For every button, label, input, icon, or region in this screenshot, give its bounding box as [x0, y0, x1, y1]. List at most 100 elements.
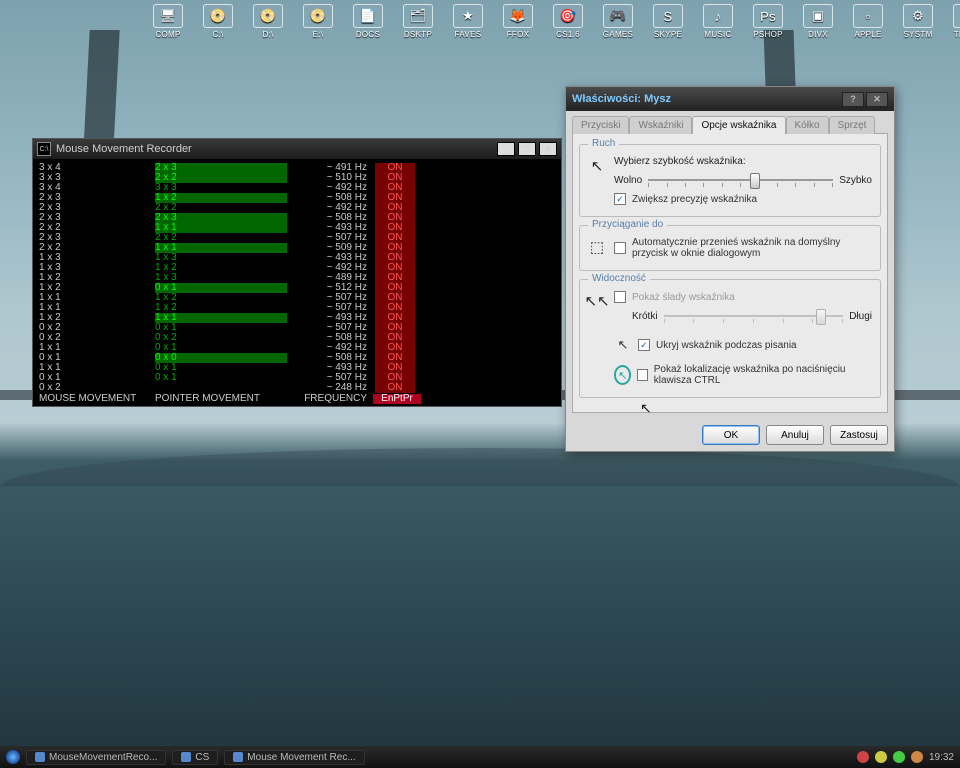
dialog-title: Właściwości: Mysz — [572, 93, 671, 105]
desktop-icon[interactable]: ▣ DIVX — [800, 4, 836, 39]
cursor-speed-icon: ↖ — [586, 155, 608, 177]
hide-typing-checkbox[interactable]: ↖ ✓Ukryj wskaźnik podczas pisania — [614, 336, 872, 354]
slow-label: Wolno — [614, 175, 642, 186]
desktop-glyph-icon: 📀 — [253, 4, 283, 28]
desktop-icon-label: CS1.6 — [550, 30, 586, 39]
desktop-icon[interactable]: SSKYPE — [650, 4, 686, 39]
desktop-glyph-icon: 🎮 — [603, 4, 633, 28]
desktop-glyph-icon: ▫ — [853, 4, 883, 28]
mouse-properties-dialog: Właściwości: Mysz ? ✕ PrzyciskiWskaźniki… — [565, 86, 895, 452]
desktop-icon-label: DSKTP — [400, 30, 436, 39]
cancel-button[interactable]: Anuluj — [766, 425, 824, 445]
desktop-icon[interactable]: ⚙ SYSTM — [900, 4, 936, 39]
desktop-icon-label: C:\ — [200, 30, 236, 39]
tab-przyciski[interactable]: Przyciski — [572, 116, 629, 134]
motion-group: Ruch ↖ Wybierz szybkość wskaźnika: Wolno… — [579, 144, 881, 217]
desktop-icon[interactable]: 🎯 CS1.6 — [550, 4, 586, 39]
tab-kółko[interactable]: Kółko — [786, 116, 829, 134]
console-app-icon: C:\ — [37, 142, 51, 156]
desktop-glyph-icon: 📄 — [353, 4, 383, 28]
desktop-icon[interactable]: 📀 D:\ — [250, 4, 286, 39]
dialog-tabs: PrzyciskiWskaźnikiOpcje wskaźnikaKółkoSp… — [566, 111, 894, 133]
desktop-icon[interactable]: ★ FAVES — [450, 4, 486, 39]
trails-checkbox[interactable]: Pokaż ślady wskaźnika — [614, 291, 872, 303]
pointer-speed-slider[interactable] — [648, 170, 833, 190]
tab-sprzęt[interactable]: Sprzęt — [829, 116, 876, 134]
ok-button[interactable]: OK — [702, 425, 760, 445]
desktop-glyph-icon: 🖥 — [153, 4, 183, 28]
desktop-icon[interactable]: 🦊 FFOX — [500, 4, 536, 39]
maximize-button[interactable]: □ — [518, 142, 536, 156]
desktop-icon-label: SYSTM — [900, 30, 936, 39]
dialog-buttons: OK Anuluj Zastosuj — [566, 419, 894, 451]
desktop-icon-label: APPLE — [850, 30, 886, 39]
desktop-glyph-icon: 🗂 — [403, 4, 433, 28]
tab-opcje-wskaźnika[interactable]: Opcje wskaźnika — [692, 116, 785, 134]
snap-legend: Przyciąganie do — [588, 219, 667, 230]
desktop-icon-label: E:\ — [300, 30, 336, 39]
desktop-glyph-icon: 🎯 — [553, 4, 583, 28]
cursor-icon: ↖ — [640, 400, 652, 417]
tray-icon[interactable] — [875, 751, 887, 763]
taskbar: MouseMovementReco... CS Mouse Movement Rec… — [0, 746, 960, 768]
trail-long-label: Długi — [849, 311, 872, 322]
desktop-icon[interactable]: 🗑 TRASH — [950, 4, 960, 39]
tray-icon[interactable] — [893, 751, 905, 763]
trail-length-slider — [664, 306, 844, 326]
tray-icon[interactable] — [911, 751, 923, 763]
desktop-icon-label: DIVX — [800, 30, 836, 39]
minimize-button[interactable]: _ — [497, 142, 515, 156]
close-button[interactable]: ✕ — [539, 142, 557, 156]
desktop-glyph-icon: ♪ — [703, 4, 733, 28]
motion-legend: Ruch — [588, 138, 619, 149]
desktop-icon[interactable]: ♪ MUSIC — [700, 4, 736, 39]
hide-cursor-icon: ↖ — [614, 336, 632, 354]
desktop-glyph-icon: ⚙ — [903, 4, 933, 28]
desktop-icon-label: TRASH — [950, 30, 960, 39]
desktop-glyph-icon: 🗑 — [953, 4, 960, 28]
desktop-icon[interactable]: ▫ APPLE — [850, 4, 886, 39]
desktop-icon-label: PSHOP — [750, 30, 786, 39]
desktop-icon[interactable]: 📀E:\ — [300, 4, 336, 39]
desktop-icon[interactable]: 🖥 COMP — [150, 4, 186, 39]
console-window: C:\ Mouse Movement Recorder _ □ ✕ 3 x 42… — [32, 138, 562, 407]
taskbar-item[interactable]: MouseMovementReco... — [26, 750, 166, 765]
apply-button[interactable]: Zastosuj — [830, 425, 888, 445]
ctrl-locate-checkbox[interactable]: ↖ Pokaż lokalizację wskaźnika po naciśni… — [614, 364, 872, 386]
speed-label: Wybierz szybkość wskaźnika: — [614, 156, 746, 167]
dialog-titlebar[interactable]: Właściwości: Mysz ? ✕ — [566, 87, 894, 111]
help-button[interactable]: ? — [842, 92, 864, 107]
desktop-icon[interactable]: 📀C:\ — [200, 4, 236, 39]
taskbar-item[interactable]: CS — [172, 750, 218, 765]
console-titlebar[interactable]: C:\ Mouse Movement Recorder _ □ ✕ — [33, 139, 561, 159]
visibility-legend: Widoczność — [588, 273, 650, 284]
desktop-icon-label: COMP — [150, 30, 186, 39]
clock[interactable]: 19:32 — [929, 752, 954, 763]
desktop-glyph-icon: ★ — [453, 4, 483, 28]
desktop-icon-label: GAMES — [600, 30, 636, 39]
desktop-icon-label: FFOX — [500, 30, 536, 39]
desktop-icon[interactable]: 🗂 DSKTP — [400, 4, 436, 39]
desktop-icon[interactable]: Ps PSHOP — [750, 4, 786, 39]
taskbar-item[interactable]: Mouse Movement Rec... — [224, 750, 364, 765]
visibility-group: Widoczność ↖↖ Pokaż ślady wskaźnika Krót… — [579, 279, 881, 398]
snap-group: Przyciąganie do ⬚ Automatycznie przenieś… — [579, 225, 881, 271]
tray-icon[interactable] — [857, 751, 869, 763]
desktop-glyph-icon: Ps — [753, 4, 783, 28]
enhance-precision-checkbox[interactable]: ✓Zwiększ precyzję wskaźnika — [614, 193, 872, 205]
console-title: Mouse Movement Recorder — [56, 143, 192, 155]
desktop-glyph-icon: 🦊 — [503, 4, 533, 28]
desktop-icon-label: D:\ — [250, 30, 286, 39]
desktop-icon-label: FAVES — [450, 30, 486, 39]
tab-wskaźniki[interactable]: Wskaźniki — [629, 116, 692, 134]
system-tray: 19:32 — [857, 751, 954, 763]
tab-panel: Ruch ↖ Wybierz szybkość wskaźnika: Wolno… — [572, 133, 888, 413]
desktop-glyph-icon: ▣ — [803, 4, 833, 28]
dialog-close-button[interactable]: ✕ — [866, 92, 888, 107]
start-button[interactable] — [6, 750, 20, 764]
desktop-icon[interactable]: 🎮 GAMES — [600, 4, 636, 39]
desktop-glyph-icon: S — [653, 4, 683, 28]
snap-checkbox[interactable]: Automatycznie przenieś wskaźnik na domyś… — [614, 237, 872, 259]
desktop-icon[interactable]: 📄DOCS — [350, 4, 386, 39]
desktop-icon-label: MUSIC — [700, 30, 736, 39]
